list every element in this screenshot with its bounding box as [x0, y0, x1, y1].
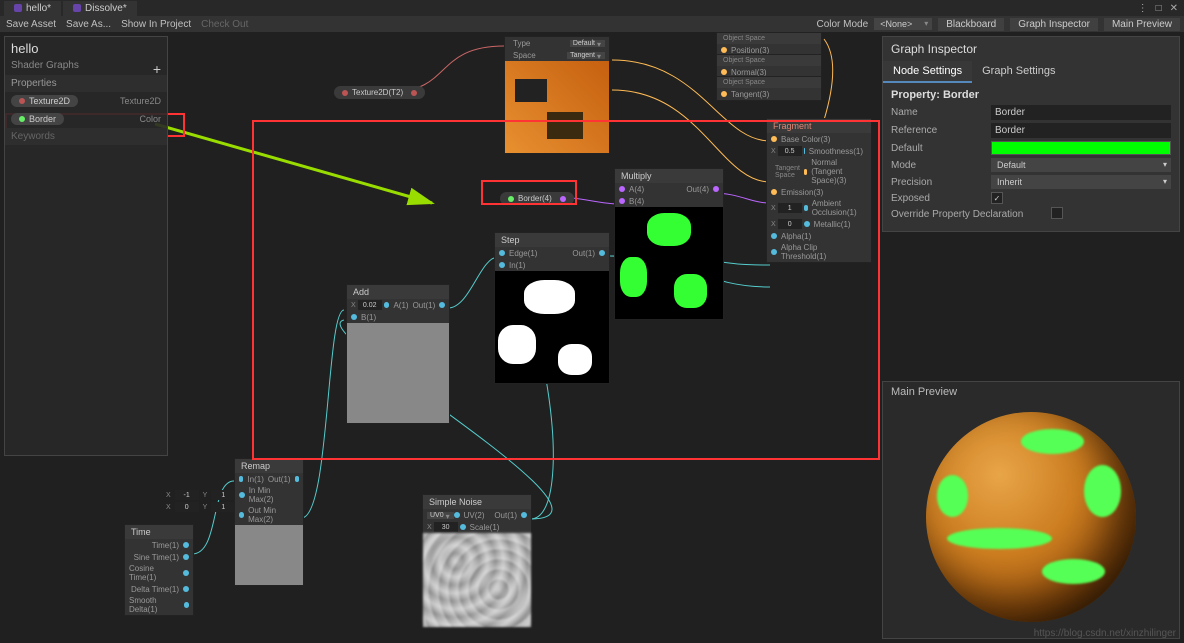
node-multiply[interactable]: Multiply A(4)Out(4) B(4) [614, 168, 724, 320]
exposed-checkbox[interactable]: ✓ [991, 192, 1003, 204]
menu-icon[interactable]: ⋮ [1136, 3, 1150, 14]
node-step[interactable]: Step Edge(1)Out(1) In(1) [494, 232, 610, 384]
add-a-x[interactable] [358, 300, 382, 310]
check-out-button: Check Out [201, 19, 248, 30]
uv-dropdown[interactable]: UV0 [427, 512, 454, 519]
precision-dropdown[interactable]: Inherit [991, 175, 1171, 189]
add-preview [347, 323, 449, 423]
node-remap[interactable]: Remap In(1)Out(1) In Min Max(2) Out Min … [234, 458, 304, 586]
save-asset-button[interactable]: Save Asset [6, 19, 56, 30]
keywords-header: Keywords [5, 128, 167, 145]
properties-header: Properties [5, 75, 167, 92]
property-reference-input[interactable] [991, 123, 1171, 138]
shader-type: Shader Graphs [5, 60, 167, 75]
show-in-project-button[interactable]: Show In Project [121, 19, 191, 30]
remap-inminmax: X Y [166, 490, 237, 500]
metallic-x[interactable] [778, 219, 802, 229]
noise-preview [423, 533, 531, 627]
preview-sphere [926, 412, 1136, 622]
property-border[interactable]: Border(4) [500, 192, 574, 205]
save-as-button[interactable]: Save As... [66, 19, 111, 30]
remap-outminmax: X Y [166, 502, 237, 512]
window-tabs: hello* Dissolve* ⋮ □ ✕ [0, 0, 1184, 16]
property-name-input[interactable] [991, 105, 1171, 120]
color-mode-dropdown[interactable]: <None> [874, 18, 932, 30]
property-texture2d[interactable]: Texture2D(T2) [334, 86, 425, 99]
watermark: https://blog.csdn.net/xinzhilinger [1034, 628, 1176, 639]
inspector-title: Graph Inspector [883, 37, 1179, 61]
maximize-icon[interactable]: □ [1154, 3, 1164, 14]
smoothness-x[interactable] [778, 146, 802, 156]
node-time[interactable]: Time Time(1) Sine Time(1) Cosine Time(1)… [124, 524, 194, 616]
ao-x[interactable] [778, 203, 802, 213]
property-row-texture2d[interactable]: Texture2D Texture2D [5, 92, 167, 110]
node-add[interactable]: Add XA(1)Out(1) B(1) [346, 284, 450, 424]
multiply-preview [615, 207, 723, 319]
toolbar: Save Asset Save As... Show In Project Ch… [0, 16, 1184, 32]
preview-viewport[interactable] [883, 402, 1179, 632]
add-property-button[interactable]: + [153, 61, 161, 77]
tab-node-settings[interactable]: Node Settings [883, 61, 972, 83]
property-row-border[interactable]: Border Color [5, 110, 167, 128]
close-icon[interactable]: ✕ [1168, 3, 1180, 14]
type-dropdown[interactable]: Default [570, 40, 605, 47]
node-fragment[interactable]: Fragment Base Color(3) XSmoothness(1) Ta… [766, 118, 872, 263]
node-simple-noise[interactable]: Simple Noise UV0UV(2)Out(1) XScale(1) [422, 494, 532, 628]
shader-name: hello [5, 37, 167, 60]
graph-inspector-panel[interactable]: Graph Inspector Node Settings Graph Sett… [882, 36, 1180, 232]
default-color-swatch[interactable] [991, 141, 1171, 155]
tab-hello[interactable]: hello* [4, 1, 61, 16]
noise-scale[interactable] [434, 522, 458, 532]
texture-preview [505, 61, 609, 153]
main-preview-panel[interactable]: Main Preview [882, 381, 1180, 639]
node-object-tangent[interactable]: Object Space Tangent(3) [716, 76, 822, 101]
blackboard-panel[interactable]: hello Shader Graphs + Properties Texture… [4, 36, 168, 456]
graph-inspector-toggle[interactable]: Graph Inspector [1010, 18, 1098, 31]
tab-dissolve[interactable]: Dissolve* [63, 1, 137, 16]
blackboard-toggle[interactable]: Blackboard [938, 18, 1004, 31]
step-preview [495, 271, 609, 383]
override-checkbox[interactable] [1051, 207, 1063, 219]
property-header: Property: Border [891, 89, 1171, 101]
remap-preview [235, 525, 303, 585]
node-sample-texture[interactable]: TypeDefault SpaceTangent [504, 36, 610, 154]
tab-graph-settings[interactable]: Graph Settings [972, 61, 1065, 83]
preview-title: Main Preview [883, 382, 1179, 402]
space-dropdown[interactable]: Tangent [567, 52, 605, 59]
color-mode-label: Color Mode [816, 19, 868, 30]
main-preview-toggle[interactable]: Main Preview [1104, 18, 1180, 31]
mode-dropdown[interactable]: Default [991, 158, 1171, 172]
